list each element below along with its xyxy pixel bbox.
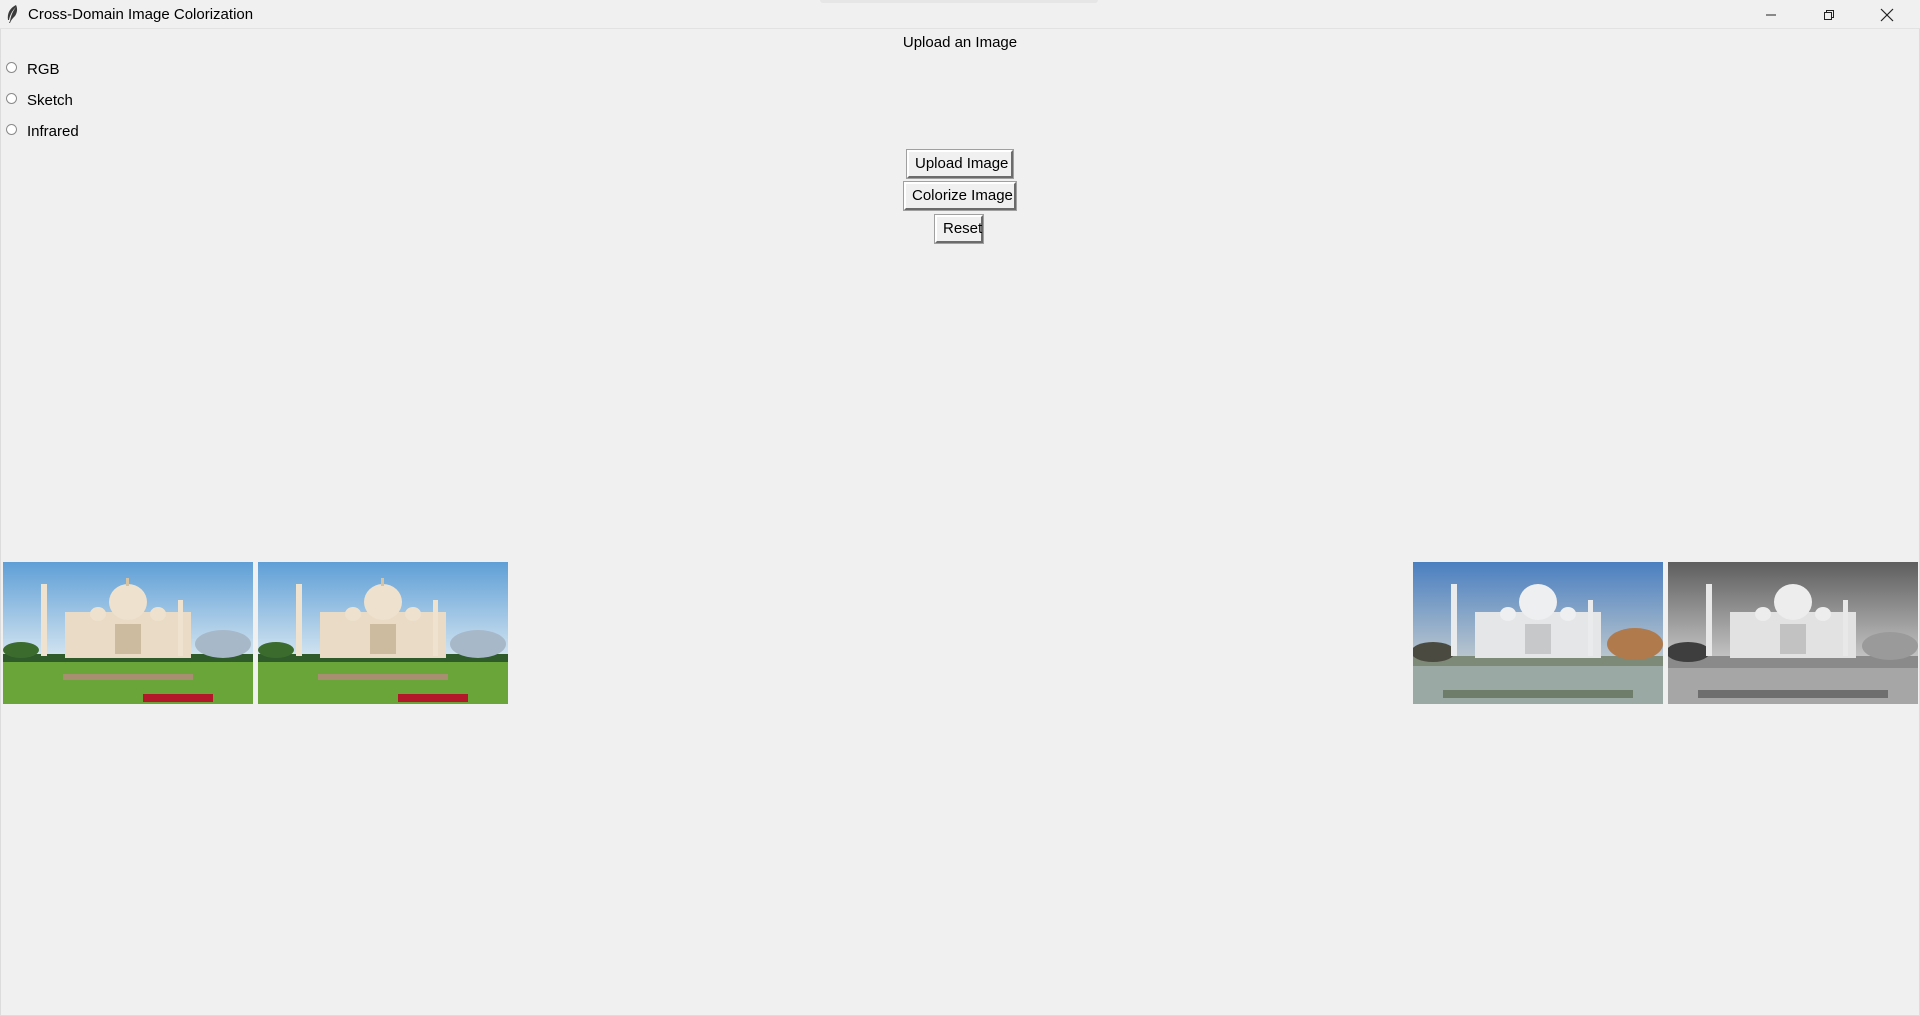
close-icon bbox=[1880, 8, 1894, 22]
radio-button-icon[interactable] bbox=[6, 93, 17, 104]
input-image-color bbox=[3, 562, 253, 704]
minimize-icon bbox=[1765, 9, 1777, 21]
radio-button-icon[interactable] bbox=[6, 124, 17, 135]
radio-label-infrared: Infrared bbox=[27, 123, 79, 140]
restore-button[interactable] bbox=[1800, 0, 1858, 29]
title-bar-notch bbox=[820, 0, 1098, 3]
radio-button-icon[interactable] bbox=[6, 62, 17, 73]
page-heading: Upload an Image bbox=[902, 34, 1018, 51]
feather-icon bbox=[4, 4, 20, 24]
radio-infrared[interactable]: Infrared bbox=[6, 121, 79, 143]
radio-label-sketch: Sketch bbox=[27, 92, 73, 109]
radio-label-rgb: RGB bbox=[27, 61, 60, 78]
colorized-output-image bbox=[1413, 562, 1663, 704]
colorize-image-button[interactable]: Colorize Image bbox=[903, 181, 1017, 211]
upload-image-button[interactable]: Upload Image bbox=[906, 149, 1014, 179]
input-image-color-copy bbox=[258, 562, 508, 704]
app-window: Cross-Domain Image Colorization Upload a… bbox=[0, 0, 1920, 1016]
radio-sketch[interactable]: Sketch bbox=[6, 90, 73, 112]
title-bar[interactable]: Cross-Domain Image Colorization bbox=[0, 0, 1920, 29]
close-button[interactable] bbox=[1858, 0, 1916, 29]
window-title: Cross-Domain Image Colorization bbox=[28, 6, 254, 23]
radio-rgb[interactable]: RGB bbox=[6, 59, 60, 81]
minimize-button[interactable] bbox=[1742, 0, 1800, 29]
reset-button[interactable]: Reset bbox=[934, 214, 984, 244]
grayscale-image bbox=[1668, 562, 1918, 704]
client-area: Upload an Image RGB Sketch Infrared Uplo… bbox=[0, 29, 1920, 1016]
restore-icon bbox=[1823, 9, 1835, 21]
